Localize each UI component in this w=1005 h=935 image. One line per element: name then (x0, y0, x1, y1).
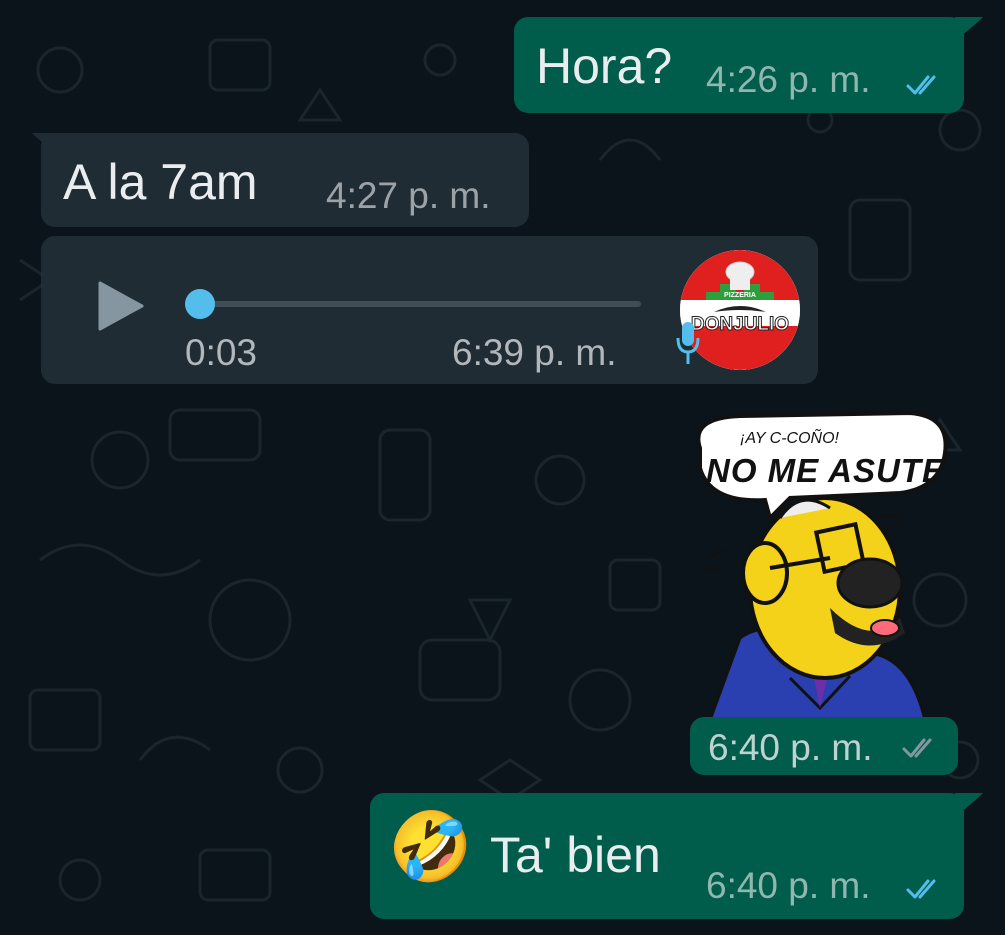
message-text: Ta' bien (490, 827, 661, 883)
message-time: 6:40 p. m. (706, 865, 871, 906)
mic-icon (676, 322, 700, 364)
message-bubble-outgoing[interactable]: 🤣 Ta' bien 6:40 p. m. (370, 793, 964, 919)
sticker-text-line2: NO ME ASUTE (706, 452, 945, 489)
voice-progress-knob[interactable] (185, 289, 215, 319)
double-check-icon (906, 75, 936, 95)
play-icon[interactable] (96, 279, 146, 333)
double-check-icon (902, 738, 932, 758)
message-bubble-outgoing[interactable]: Hora? 4:26 p. m. (514, 17, 964, 113)
message-time: 4:27 p. m. (326, 175, 491, 216)
message-time: 6:40 p. m. (708, 727, 873, 768)
message-text: Hora? (536, 38, 673, 94)
sticker-text-line1: ¡AY C-COÑO! (740, 430, 839, 447)
laughing-emoji-icon: 🤣 (388, 809, 473, 885)
sticker-message[interactable]: ¡AY C-COÑO! NO ME ASUTE (670, 408, 950, 722)
voice-progress-track[interactable] (199, 301, 641, 307)
message-time: 4:26 p. m. (706, 59, 871, 100)
voice-duration: 0:03 (185, 332, 258, 373)
voice-message-bubble[interactable]: 0:03 6:39 p. m. PIZZERIA DONJULIO (41, 236, 818, 384)
message-time: 6:39 p. m. (452, 332, 617, 373)
message-text: A la 7am (63, 154, 258, 210)
message-bubble-incoming[interactable]: A la 7am 4:27 p. m. (41, 133, 529, 227)
double-check-icon (906, 879, 936, 899)
avatar-top-text: PIZZERIA (724, 292, 756, 299)
sticker-time-pill: 6:40 p. m. (690, 717, 958, 775)
